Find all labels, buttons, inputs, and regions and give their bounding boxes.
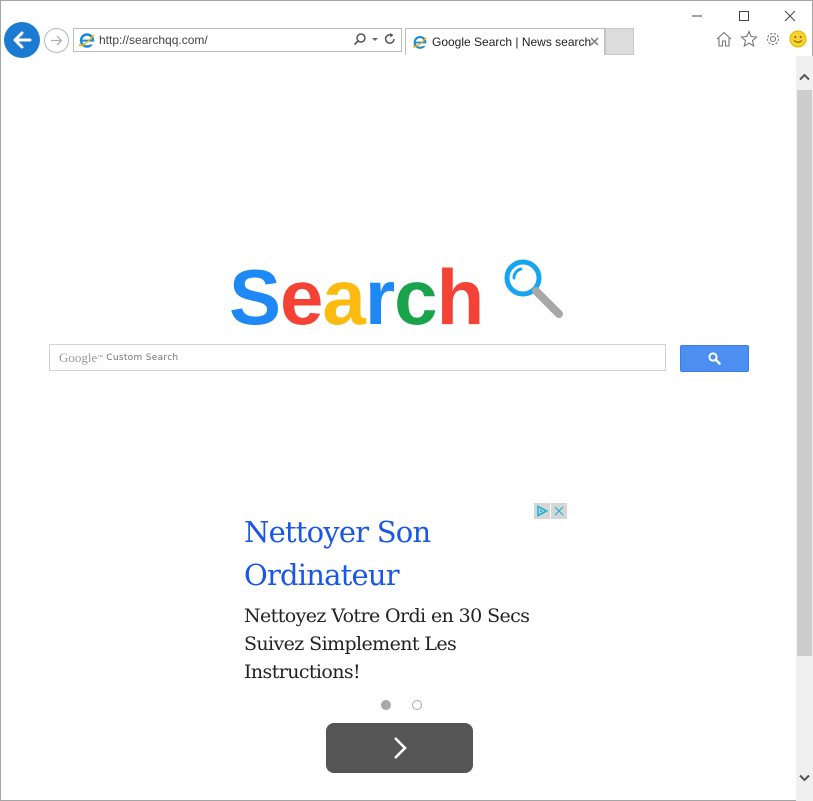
address-bar[interactable] <box>73 28 402 52</box>
tab-title: Google Search | News search <box>432 35 592 49</box>
scrollbar-thumb[interactable] <box>797 90 812 656</box>
back-arrow-icon <box>13 31 32 49</box>
logo-letter: a <box>322 253 365 341</box>
logo-letter: h <box>436 253 485 341</box>
logo-letter: c <box>394 253 437 341</box>
browser-tab-active[interactable]: Google Search | News search <box>405 28 605 55</box>
ie-logo-icon <box>78 33 95 48</box>
ad-close-button[interactable] <box>551 503 567 519</box>
minimize-icon <box>692 15 702 17</box>
settings-button[interactable] <box>763 29 783 49</box>
search-input[interactable] <box>106 352 665 363</box>
close-icon <box>554 506 564 516</box>
logo-letter: r <box>364 253 395 341</box>
minimize-button[interactable] <box>687 7 707 25</box>
feedback-button[interactable] <box>788 29 808 49</box>
ie-logo-icon <box>412 36 427 49</box>
maximize-icon <box>739 11 749 21</box>
dropdown-arrow-icon[interactable] <box>371 32 379 46</box>
ad-description: Nettoyez Votre Ordi en 30 Secs Suivez Si… <box>244 605 530 683</box>
custom-search-field[interactable]: Google ™ <box>49 344 666 371</box>
smiley-feedback-icon <box>789 30 807 48</box>
tab-close-button[interactable] <box>590 35 599 49</box>
search-icon[interactable] <box>353 32 367 46</box>
search-submit-button[interactable] <box>680 345 749 372</box>
pager-dot[interactable] <box>412 700 422 710</box>
maximize-button[interactable] <box>734 7 754 25</box>
google-brand-watermark: Google <box>59 349 98 365</box>
search-icon <box>708 352 721 365</box>
chevron-down-icon <box>799 774 810 781</box>
forward-arrow-icon <box>51 35 63 46</box>
scroll-down-button[interactable] <box>796 769 813 786</box>
close-window-button[interactable] <box>780 7 800 25</box>
logo-letter: e <box>280 253 323 341</box>
home-button[interactable] <box>714 29 734 49</box>
chevron-up-icon <box>799 73 810 80</box>
gear-icon <box>766 32 780 46</box>
browser-window: Google Search | News search Search <box>0 0 813 801</box>
logo-text: Search <box>229 258 484 336</box>
back-button[interactable] <box>4 22 40 58</box>
logo-letter: S <box>229 253 281 341</box>
trademark-mark: ™ <box>97 354 104 361</box>
address-input[interactable] <box>99 33 339 47</box>
close-icon <box>784 10 796 22</box>
ad-pager <box>381 700 422 710</box>
scroll-up-button[interactable] <box>796 68 813 85</box>
search-logo: Search <box>229 246 563 336</box>
magnifier-logo-icon <box>504 259 563 318</box>
ad-next-button[interactable] <box>326 723 473 773</box>
chevron-right-icon <box>393 737 407 759</box>
vertical-scrollbar[interactable] <box>796 56 813 801</box>
favorites-button[interactable] <box>739 29 759 49</box>
ad-headline-link[interactable]: Nettoyer Son Ordinateur <box>244 511 544 597</box>
close-tab-icon <box>590 37 599 46</box>
pager-dot-active[interactable] <box>381 700 391 710</box>
favorites-star-icon <box>740 30 758 48</box>
refresh-icon[interactable] <box>383 32 397 46</box>
home-icon <box>716 31 732 47</box>
forward-button[interactable] <box>44 28 69 53</box>
new-tab-button[interactable] <box>605 28 634 55</box>
